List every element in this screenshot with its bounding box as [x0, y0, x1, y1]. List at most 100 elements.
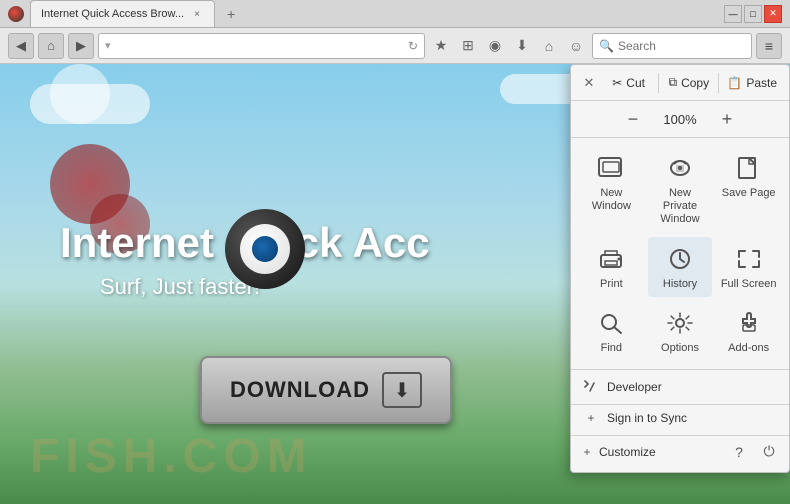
- zoom-minus-icon: −: [628, 109, 639, 130]
- site-title: Internet Quick Acc: [60, 219, 590, 267]
- developer-label: Developer: [607, 380, 662, 394]
- nav-icons: ★ ⊞ ◉ ⬇ ⌂ ☺: [429, 34, 588, 58]
- sign-in-button[interactable]: + Sign in to Sync: [579, 405, 781, 431]
- menu-item-save-page[interactable]: Save Page: [716, 146, 781, 233]
- zoom-plus-icon: +: [722, 109, 733, 130]
- refresh-icon[interactable]: ↻: [408, 39, 418, 53]
- menu-button[interactable]: ≡: [756, 33, 782, 59]
- close-button[interactable]: ✕: [764, 5, 782, 23]
- pocket-icon[interactable]: ◉: [483, 34, 507, 58]
- active-tab[interactable]: Internet Quick Access Brow... ×: [30, 0, 215, 27]
- sign-in-section: + Sign in to Sync: [571, 404, 789, 435]
- menu-item-new-private-window[interactable]: New Private Window: [648, 146, 713, 233]
- new-tab-button[interactable]: +: [219, 4, 243, 24]
- download-icon[interactable]: ⬇: [510, 34, 534, 58]
- zoom-in-button[interactable]: +: [713, 105, 741, 133]
- zoom-out-button[interactable]: −: [619, 105, 647, 133]
- separator-2: [718, 73, 719, 93]
- sync-icon[interactable]: ⊞: [456, 34, 480, 58]
- menu-item-print[interactable]: Print: [579, 237, 644, 297]
- search-bar[interactable]: 🔍: [592, 33, 752, 59]
- forward-button[interactable]: ▶: [68, 33, 94, 59]
- copy-icon: ⧉: [668, 75, 677, 90]
- paste-button[interactable]: 📋 Paste: [723, 72, 781, 94]
- search-icon: 🔍: [599, 39, 614, 53]
- customize-button[interactable]: + Customize: [579, 444, 656, 460]
- title-bar: Internet Quick Access Brow... × + — □ ✕: [0, 0, 790, 28]
- cloud-1: [30, 84, 150, 124]
- sign-in-label: Sign in to Sync: [607, 411, 687, 425]
- menu-panel: ✕ ✂ Cut ⧉ Copy 📋 Paste: [570, 64, 790, 473]
- watermark: FISH.COM: [30, 429, 313, 484]
- paste-icon: 📋: [727, 76, 742, 90]
- search-input[interactable]: [618, 39, 745, 53]
- download-icon-box: ⬇: [382, 372, 422, 408]
- browser-icon: [8, 6, 24, 22]
- exit-button[interactable]: ⏻: [757, 440, 781, 464]
- full-screen-icon: [733, 245, 765, 273]
- menu-item-options[interactable]: Options: [648, 301, 713, 361]
- copy-label: Copy: [681, 76, 709, 90]
- download-button[interactable]: DOWNLOAD ⬇: [200, 356, 452, 424]
- home-nav-icon[interactable]: ⌂: [537, 34, 561, 58]
- menu-item-new-window[interactable]: New Window: [579, 146, 644, 233]
- separator-1: [658, 73, 659, 93]
- tab-title: Internet Quick Access Brow...: [41, 8, 184, 20]
- url-input[interactable]: [115, 39, 404, 53]
- new-window-icon: [595, 154, 627, 182]
- paste-label: Paste: [746, 76, 777, 90]
- find-label: Find: [601, 342, 622, 355]
- menu-item-full-screen[interactable]: Full Screen: [716, 237, 781, 297]
- tab-strip: Internet Quick Access Brow... × +: [30, 0, 724, 27]
- minimize-button[interactable]: —: [724, 5, 742, 23]
- cut-button[interactable]: ✂ Cut: [603, 72, 654, 94]
- find-icon: [595, 309, 627, 337]
- bookmark-icon[interactable]: ★: [429, 34, 453, 58]
- menu-grid: New Window New Private Window Save Page: [571, 138, 789, 369]
- menu-close-button[interactable]: ✕: [579, 73, 599, 93]
- home-button[interactable]: ⌂: [38, 33, 64, 59]
- print-label: Print: [600, 278, 623, 291]
- help-icon: ?: [735, 444, 743, 460]
- history-icon: [664, 245, 696, 273]
- addons-icon: [733, 309, 765, 337]
- cut-label: Cut: [626, 76, 645, 90]
- save-page-icon: [733, 154, 765, 182]
- url-bar[interactable]: ▾ ↻: [98, 33, 425, 59]
- site-logo: [225, 209, 305, 289]
- window-controls: — □ ✕: [724, 5, 782, 23]
- content-area: Internet Quick Acc Surf, Just faster! DO…: [0, 64, 790, 504]
- new-private-window-icon: [664, 154, 696, 182]
- nav-bar: ◀ ⌂ ▶ ▾ ↻ ★ ⊞ ◉ ⬇ ⌂ ☺ 🔍 ≡: [0, 28, 790, 64]
- menu-item-addons[interactable]: Add-ons: [716, 301, 781, 361]
- developer-icon: [583, 379, 599, 395]
- print-icon: [595, 245, 627, 273]
- browser-window: Internet Quick Access Brow... × + — □ ✕ …: [0, 0, 790, 504]
- sign-in-icon: +: [583, 410, 599, 426]
- exit-icon: ⏻: [763, 443, 774, 460]
- back-icon: ◀: [16, 38, 26, 54]
- back-button[interactable]: ◀: [8, 33, 34, 59]
- save-page-label: Save Page: [722, 187, 776, 200]
- history-label: History: [663, 278, 697, 291]
- developer-item[interactable]: Developer: [579, 374, 781, 400]
- logo-pupil: [252, 236, 278, 262]
- addons-label: Add-ons: [728, 342, 769, 355]
- tab-close-button[interactable]: ×: [190, 7, 204, 21]
- download-label: DOWNLOAD: [230, 377, 370, 403]
- close-icon: ✕: [584, 75, 595, 91]
- menu-item-find[interactable]: Find: [579, 301, 644, 361]
- emoji-icon[interactable]: ☺: [564, 34, 588, 58]
- zoom-value: 100%: [655, 112, 705, 127]
- full-screen-label: Full Screen: [721, 278, 777, 291]
- options-icon: [664, 309, 696, 337]
- menu-footer: Developer: [571, 369, 789, 404]
- new-window-label: New Window: [583, 187, 640, 213]
- bottom-icons: ? ⏻: [727, 440, 781, 464]
- menu-item-history[interactable]: History: [648, 237, 713, 297]
- site-subtitle: Surf, Just faster!: [100, 274, 260, 300]
- maximize-button[interactable]: □: [744, 5, 762, 23]
- help-button[interactable]: ?: [727, 440, 751, 464]
- copy-button[interactable]: ⧉ Copy: [663, 71, 714, 94]
- logo-inner: [240, 224, 290, 274]
